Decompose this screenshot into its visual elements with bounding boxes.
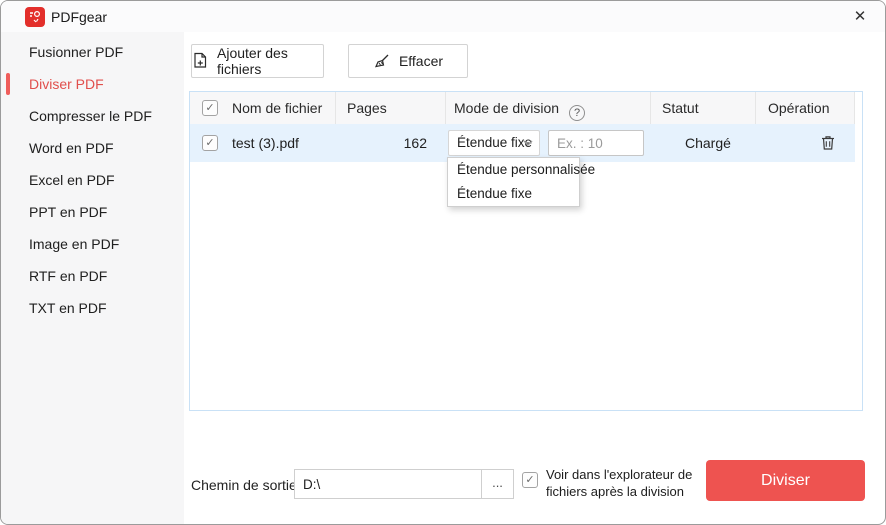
- broom-icon: [373, 52, 391, 70]
- output-path-label: Chemin de sortie: [191, 477, 297, 493]
- pages-cell: 162: [403, 135, 427, 151]
- browse-button[interactable]: ...: [481, 469, 514, 499]
- table-header: ✓ Nom de fichier Pages Mode de division?…: [190, 92, 862, 124]
- pdfgear-window: PDFgear ✕ Fusionner PDF Diviser PDF Comp…: [0, 0, 886, 525]
- check-icon: ✓: [205, 102, 215, 114]
- chevron-down-icon: [523, 140, 533, 146]
- column-header-status: Statut: [662, 100, 699, 116]
- dropdown-option-etendue-personnalisee[interactable]: Étendue personnalisée: [448, 158, 595, 182]
- sidebar-item-diviser-pdf[interactable]: Diviser PDF: [1, 68, 184, 100]
- trash-icon: [822, 136, 834, 150]
- add-files-label: Ajouter des fichiers: [217, 45, 288, 77]
- app-logo-icon: [25, 7, 45, 27]
- column-header-pages: Pages: [347, 100, 387, 116]
- help-icon[interactable]: ?: [569, 105, 586, 121]
- scrollbar-gutter: [855, 92, 862, 124]
- row-checkbox[interactable]: ✓: [202, 135, 218, 151]
- status-cell: Chargé: [685, 135, 731, 151]
- column-header-mode: Mode de division?: [454, 92, 586, 124]
- sidebar-item-ppt-en-pdf[interactable]: PPT en PDF: [1, 196, 184, 228]
- sidebar-item-word-en-pdf[interactable]: Word en PDF: [1, 132, 184, 164]
- sidebar-item-txt-en-pdf[interactable]: TXT en PDF: [1, 292, 184, 324]
- window-title: PDFgear: [51, 9, 108, 25]
- check-icon: ✓: [205, 137, 215, 149]
- select-all-checkbox[interactable]: ✓: [202, 100, 218, 116]
- sidebar: Fusionner PDF Diviser PDF Compresser le …: [1, 32, 184, 524]
- check-icon: ✓: [525, 474, 535, 486]
- split-mode-select[interactable]: Étendue fixe: [448, 130, 540, 156]
- delete-row-button[interactable]: [819, 134, 837, 152]
- column-header-operation: Opération: [768, 100, 830, 116]
- split-mode-dropdown: Étendue personnalisée Étendue fixe: [447, 157, 595, 207]
- clear-label: Effacer: [398, 53, 444, 69]
- split-mode-selected-value: Étendue fixe: [457, 135, 533, 150]
- open-after-label: Voir dans l'explorateur de fichiers aprè…: [546, 467, 693, 499]
- split-button[interactable]: Diviser: [706, 460, 865, 501]
- sidebar-item-rtf-en-pdf[interactable]: RTF en PDF: [1, 260, 184, 292]
- open-after-checkbox[interactable]: ✓: [522, 472, 538, 488]
- file-name-cell: test (3).pdf: [232, 135, 299, 151]
- close-button[interactable]: ✕: [849, 7, 871, 27]
- file-table: ✓ Nom de fichier Pages Mode de division?…: [189, 91, 863, 411]
- sidebar-item-excel-en-pdf[interactable]: Excel en PDF: [1, 164, 184, 196]
- file-plus-icon: [192, 52, 209, 70]
- output-path-input[interactable]: [294, 469, 482, 499]
- column-header-name: Nom de fichier: [232, 100, 323, 116]
- active-indicator: [6, 73, 10, 95]
- add-files-button[interactable]: Ajouter des fichiers: [191, 44, 324, 78]
- sidebar-item-image-en-pdf[interactable]: Image en PDF: [1, 228, 184, 260]
- range-input[interactable]: [548, 130, 644, 156]
- sidebar-item-fusionner-pdf[interactable]: Fusionner PDF: [1, 36, 184, 68]
- dropdown-option-etendue-fixe[interactable]: Étendue fixe: [448, 182, 579, 206]
- sidebar-item-compresser-pdf[interactable]: Compresser le PDF: [1, 100, 184, 132]
- title-bar: PDFgear ✕: [1, 1, 885, 32]
- clear-button[interactable]: Effacer: [348, 44, 468, 78]
